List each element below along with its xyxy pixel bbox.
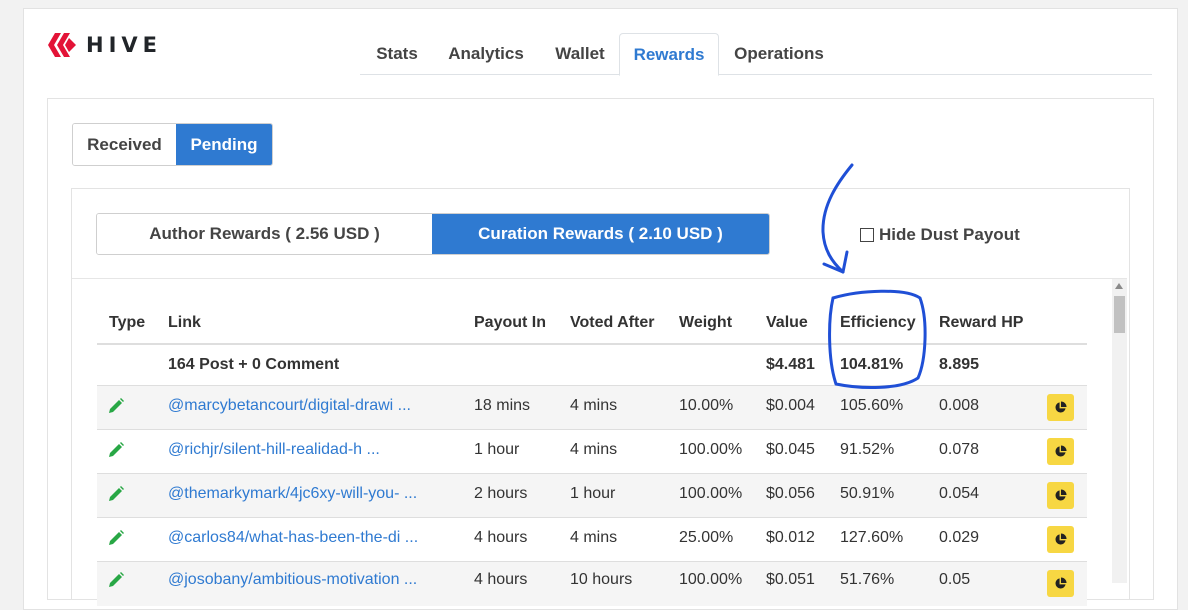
- row-weight: 10.00%: [679, 397, 734, 414]
- header-payout-in[interactable]: Payout In: [474, 314, 546, 332]
- row-voted-after: 1 hour: [570, 485, 616, 502]
- pencil-icon: [109, 486, 124, 501]
- row-voted-after: 4 mins: [570, 441, 618, 458]
- row-voted-after: 4 mins: [570, 529, 618, 546]
- summary-count: 164 Post + 0 Comment: [168, 356, 340, 373]
- pie-chart-icon: [1055, 533, 1067, 545]
- header-type[interactable]: Type: [109, 314, 145, 332]
- row-efficiency: 51.76%: [840, 571, 895, 588]
- row-value: $0.056: [766, 485, 815, 502]
- main-nav-tabs: Stats Analytics Wallet Rewards Operation…: [360, 33, 1152, 76]
- row-link[interactable]: @themarkymark/4jc6xy-will-you- ...: [168, 485, 417, 503]
- row-weight: 100.00%: [679, 485, 743, 502]
- curation-rewards-button[interactable]: Curation Rewards ( 2.10 USD ): [432, 214, 769, 254]
- header-voted-after[interactable]: Voted After: [570, 314, 654, 332]
- pencil-icon: [109, 572, 124, 587]
- section-divider: [72, 278, 1127, 279]
- row-efficiency: 50.91%: [840, 485, 895, 502]
- row-payout-in: 2 hours: [474, 485, 528, 502]
- header-efficiency[interactable]: Efficiency: [840, 314, 916, 332]
- pie-chart-icon: [1055, 577, 1067, 589]
- scroll-up-arrow-icon[interactable]: [1115, 283, 1123, 289]
- hive-logo[interactable]: HIVE: [48, 32, 162, 58]
- row-efficiency: 105.60%: [840, 397, 904, 414]
- tab-operations[interactable]: Operations: [721, 33, 837, 73]
- row-reward-hp: 0.029: [939, 529, 980, 546]
- row-payout-in: 4 hours: [474, 571, 528, 588]
- row-reward-hp: 0.008: [939, 397, 980, 414]
- row-link[interactable]: @richjr/silent-hill-realidad-h ...: [168, 441, 380, 459]
- vote-details-button[interactable]: [1047, 394, 1074, 421]
- table-scrollbar[interactable]: [1112, 279, 1127, 583]
- vote-details-button[interactable]: [1047, 570, 1074, 597]
- row-reward-hp: 0.054: [939, 485, 980, 502]
- vote-details-button[interactable]: [1047, 438, 1074, 465]
- hide-dust-checkbox[interactable]: [860, 228, 874, 242]
- header-weight[interactable]: Weight: [679, 314, 732, 332]
- row-efficiency: 127.60%: [840, 529, 904, 546]
- scroll-thumb[interactable]: [1114, 296, 1125, 333]
- row-link[interactable]: @carlos84/what-has-been-the-di ...: [168, 529, 418, 547]
- received-button[interactable]: Received: [73, 124, 176, 165]
- row-weight: 100.00%: [679, 571, 743, 588]
- reward-type-toggle: Author Rewards ( 2.56 USD ) Curation Rew…: [96, 213, 770, 255]
- header-link[interactable]: Link: [168, 314, 201, 332]
- row-payout-in: 4 hours: [474, 529, 528, 546]
- row-voted-after: 10 hours: [570, 571, 633, 588]
- row-weight: 25.00%: [679, 529, 734, 546]
- row-reward-hp: 0.078: [939, 441, 980, 458]
- row-efficiency: 91.52%: [840, 441, 895, 458]
- pencil-icon: [109, 442, 124, 457]
- pencil-icon: [109, 398, 124, 413]
- summary-efficiency: 104.81%: [840, 356, 904, 373]
- row-payout-in: 1 hour: [474, 441, 520, 458]
- author-rewards-button[interactable]: Author Rewards ( 2.56 USD ): [97, 214, 432, 254]
- status-toggle: Received Pending: [72, 123, 273, 166]
- header-reward-hp[interactable]: Reward HP: [939, 314, 1023, 332]
- brand-name: HIVE: [86, 33, 162, 57]
- vote-details-button[interactable]: [1047, 482, 1074, 509]
- row-weight: 100.00%: [679, 441, 743, 458]
- tab-analytics[interactable]: Analytics: [436, 33, 536, 73]
- pie-chart-icon: [1055, 401, 1067, 413]
- pie-chart-icon: [1055, 489, 1067, 501]
- tab-stats[interactable]: Stats: [360, 33, 434, 73]
- row-link[interactable]: @marcybetancourt/digital-drawi ...: [168, 397, 411, 415]
- row-voted-after: 4 mins: [570, 397, 618, 414]
- summary-reward-hp: 8.895: [939, 356, 980, 373]
- row-value: $0.004: [766, 397, 815, 414]
- pie-chart-icon: [1055, 445, 1067, 457]
- row-value: $0.012: [766, 529, 815, 546]
- row-link[interactable]: @josobany/ambitious-motivation ...: [168, 571, 417, 589]
- pencil-icon: [109, 530, 124, 545]
- row-value: $0.045: [766, 441, 815, 458]
- tab-rewards[interactable]: Rewards: [619, 33, 719, 76]
- hide-dust-label: Hide Dust Payout: [879, 225, 1020, 244]
- summary-value: $4.481: [766, 356, 815, 373]
- hide-dust-payout[interactable]: Hide Dust Payout: [860, 225, 1020, 245]
- header-value[interactable]: Value: [766, 314, 808, 332]
- hive-logo-icon: [48, 33, 76, 57]
- row-payout-in: 18 mins: [474, 397, 531, 414]
- row-reward-hp: 0.05: [939, 571, 971, 588]
- pending-button[interactable]: Pending: [176, 124, 272, 165]
- tab-wallet[interactable]: Wallet: [540, 33, 620, 73]
- vote-details-button[interactable]: [1047, 526, 1074, 553]
- row-value: $0.051: [766, 571, 815, 588]
